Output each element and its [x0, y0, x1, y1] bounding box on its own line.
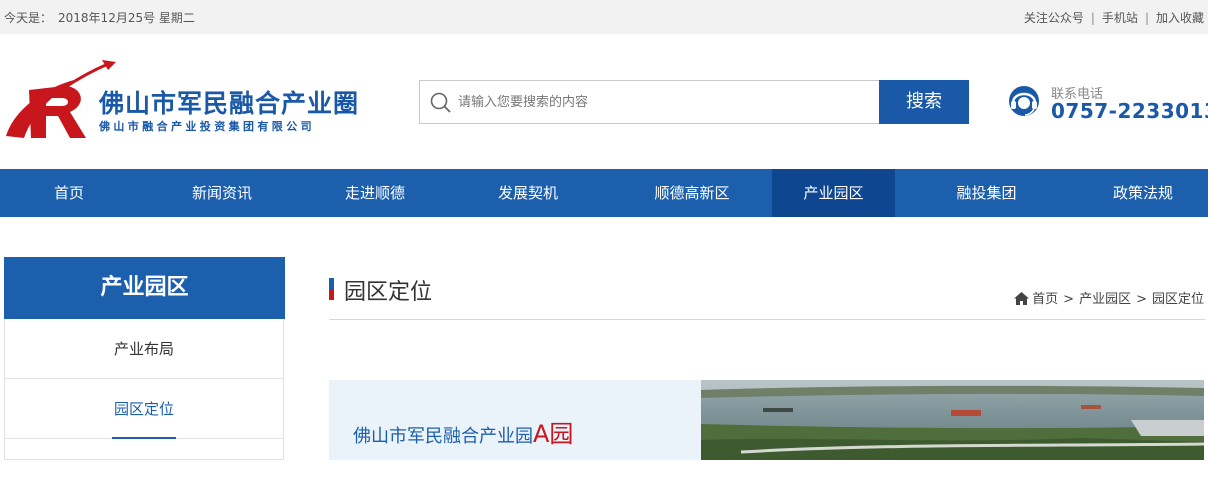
- park-card[interactable]: 佛山市军民融合产业园A园: [329, 380, 701, 460]
- date-value: 2018年12月25号 星期二: [58, 11, 195, 25]
- site-title: 佛山市军民融合产业圈: [99, 89, 360, 118]
- nav-investment-group[interactable]: 融投集团: [895, 169, 1078, 217]
- search-icon: [430, 92, 451, 113]
- main-nav: 首页 新闻资讯 走进顺德 发展契机 顺德高新区 产业园区 融投集团 政策法规: [0, 169, 1208, 217]
- sidebar-item-label: 产业布局: [113, 340, 174, 358]
- home-icon: [1014, 292, 1030, 305]
- headset-icon: [1009, 86, 1039, 116]
- company-name: 佛山市融合产业投资集团有限公司: [99, 120, 315, 133]
- breadcrumb-separator: >: [1063, 292, 1075, 307]
- sidebar-item-layout[interactable]: 产业布局: [5, 319, 283, 379]
- site-header: 佛山市军民融合产业圈 佛山市融合产业投资集团有限公司 搜索 联系电话 0757-…: [0, 34, 1208, 169]
- breadcrumb-separator: >: [1136, 292, 1147, 307]
- phone-number: 0757-22330135: [1051, 99, 1208, 123]
- site-logo[interactable]: 佛山市军民融合产业圈 佛山市融合产业投资集团有限公司: [4, 58, 384, 148]
- nav-industrial-parks[interactable]: 产业园区: [772, 169, 895, 217]
- heading-marker: [329, 278, 334, 300]
- current-date: 今天是： 2018年12月25号 星期二: [4, 9, 201, 26]
- sidebar-item-more[interactable]: [5, 439, 283, 499]
- search-bar: 搜索: [419, 80, 969, 124]
- top-bar: 今天是： 2018年12月25号 星期二 关注公众号 | 手机站 | 加入收藏: [0, 0, 1208, 34]
- link-separator: |: [1144, 11, 1149, 25]
- search-button[interactable]: 搜索: [879, 80, 969, 124]
- sidebar-item-positioning[interactable]: 园区定位: [5, 379, 283, 439]
- top-links: 关注公众号 | 手机站 | 加入收藏: [1024, 9, 1204, 26]
- add-favorite-link[interactable]: 加入收藏: [1156, 11, 1204, 25]
- nav-home[interactable]: 首页: [0, 169, 138, 217]
- mobile-site-link[interactable]: 手机站: [1102, 11, 1138, 25]
- breadcrumb: 首页 > 产业园区 > 园区定位: [1014, 288, 1204, 307]
- nav-opportunity[interactable]: 发展契机: [444, 169, 612, 217]
- park-title-text: 佛山市军民融合产业园: [353, 426, 533, 447]
- park-title-highlight: A园: [533, 420, 574, 448]
- link-separator: |: [1090, 11, 1095, 25]
- nav-hightech-zone[interactable]: 顺德高新区: [612, 169, 772, 217]
- follow-wechat-link[interactable]: 关注公众号: [1024, 11, 1084, 25]
- search-input[interactable]: [458, 89, 868, 115]
- content-header: 园区定位 首页 > 产业园区 > 园区定位: [329, 270, 1205, 320]
- sidebar: 产业园区 产业布局 园区定位: [4, 257, 285, 460]
- park-title: 佛山市军民融合产业园A园: [353, 414, 573, 449]
- date-label: 今天是：: [4, 11, 53, 25]
- contact-phone: 联系电话 0757-22330135: [1004, 82, 1208, 132]
- breadcrumb-parks[interactable]: 产业园区: [1079, 292, 1131, 307]
- nav-news[interactable]: 新闻资讯: [138, 169, 306, 217]
- nav-policies[interactable]: 政策法规: [1078, 169, 1208, 217]
- park-aerial-photo: [701, 380, 1204, 460]
- nav-shunde[interactable]: 走进顺德: [306, 169, 444, 217]
- sidebar-item-label: 园区定位: [113, 400, 174, 418]
- breadcrumb-home[interactable]: 首页: [1032, 292, 1058, 307]
- breadcrumb-current: 园区定位: [1151, 292, 1204, 307]
- page-title: 园区定位: [344, 280, 433, 305]
- search-box: [419, 80, 880, 124]
- sidebar-title: 产业园区: [4, 257, 285, 319]
